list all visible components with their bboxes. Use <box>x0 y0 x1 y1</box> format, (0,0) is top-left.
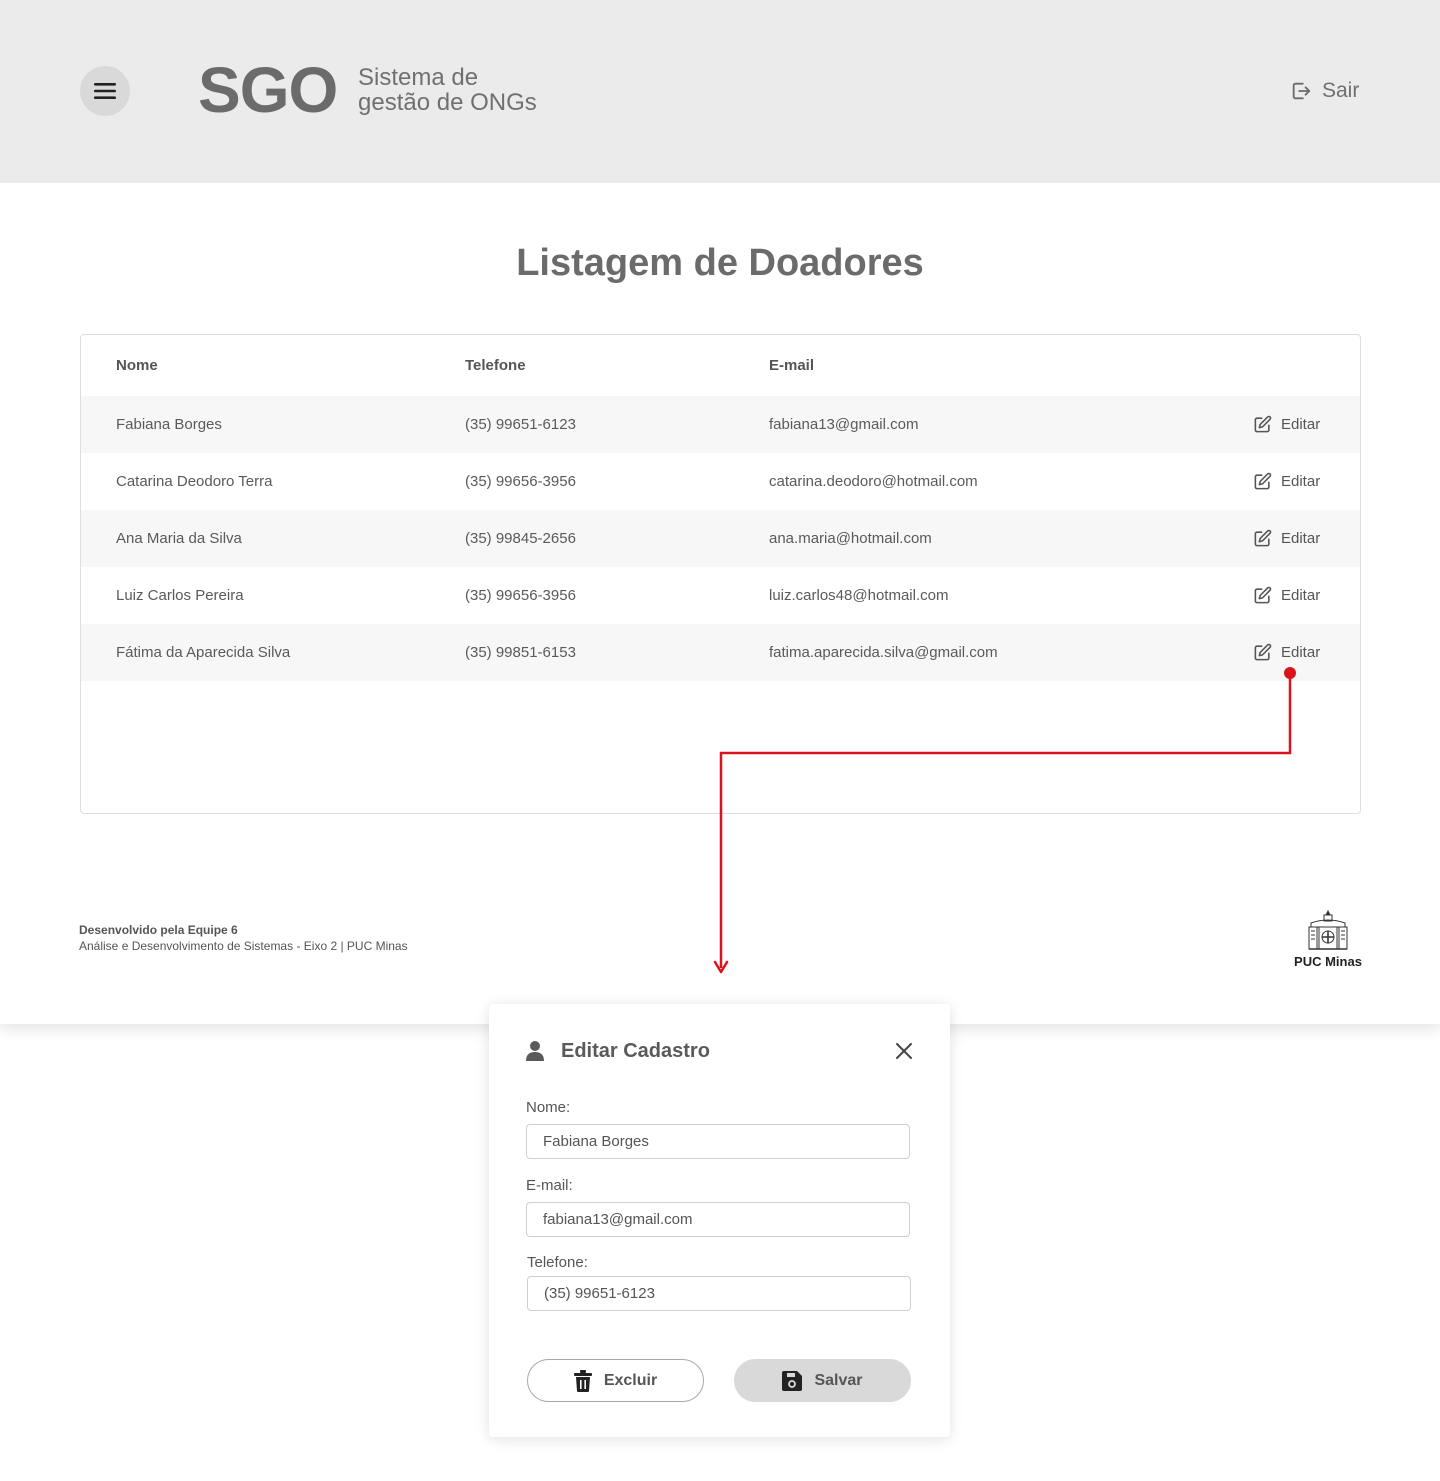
row-email: ana.maria@hotmail.com <box>769 530 932 547</box>
edit-button[interactable]: Editar <box>1253 453 1320 510</box>
modal-header: Editar Cadastro <box>525 1037 710 1065</box>
column-header-name: Nome <box>116 357 158 374</box>
row-name: Fátima da Aparecida Silva <box>116 644 291 661</box>
row-phone: (35) 99656-3956 <box>465 473 576 490</box>
table-row: Fátima da Aparecida Silva (35) 99851-615… <box>81 624 1360 681</box>
footer-credit: Desenvolvido pela Equipe 6 <box>79 923 238 937</box>
row-name: Ana Maria da Silva <box>116 530 242 547</box>
column-header-email: E-mail <box>769 357 815 374</box>
save-label: Salvar <box>814 1371 863 1389</box>
column-header-phone: Telefone <box>465 357 526 374</box>
row-email: luiz.carlos48@hotmail.com <box>769 587 949 604</box>
logout-label: Sair <box>1322 79 1360 102</box>
edit-label: Editar <box>1281 587 1321 604</box>
page-card: SGO Sistema de gestão de ONGs Sair Lista… <box>0 0 1440 1024</box>
phone-label: Telefone: <box>527 1254 588 1271</box>
edit-label: Editar <box>1281 644 1321 661</box>
name-field[interactable] <box>526 1124 910 1159</box>
logout-button[interactable]: Sair <box>1290 76 1359 106</box>
edit-modal: Editar Cadastro Nome: E-mail: Telefone: … <box>489 1004 950 1437</box>
edit-label: Editar <box>1281 416 1321 433</box>
footer-course: Análise e Desenvolvimento de Sistemas - … <box>79 939 408 953</box>
close-icon <box>896 1043 912 1059</box>
menu-button[interactable] <box>80 66 130 116</box>
edit-icon <box>1254 415 1272 433</box>
email-label: E-mail: <box>526 1177 573 1194</box>
trash-icon <box>573 1369 592 1392</box>
table-header: Nome Telefone E-mail <box>81 335 1360 396</box>
row-phone: (35) 99651-6123 <box>465 416 576 433</box>
row-email: catarina.deodoro@hotmail.com <box>769 473 978 490</box>
screen: SGO Sistema de gestão de ONGs Sair Lista… <box>0 0 1440 1481</box>
row-phone: (35) 99851-6153 <box>465 644 576 661</box>
edit-button[interactable]: Editar <box>1253 624 1320 681</box>
logout-icon <box>1292 82 1311 100</box>
edit-icon <box>1254 472 1272 490</box>
edit-icon <box>1254 643 1272 661</box>
row-name: Luiz Carlos Pereira <box>116 587 244 604</box>
puc-crest-icon <box>1308 909 1348 950</box>
save-button[interactable]: Salvar <box>734 1359 911 1402</box>
email-field[interactable] <box>526 1202 910 1237</box>
app-logo: SGO <box>198 54 338 126</box>
row-phone: (35) 99656-3956 <box>465 587 576 604</box>
edit-button[interactable]: Editar <box>1253 510 1320 567</box>
edit-icon <box>1254 586 1272 604</box>
table-row: Fabiana Borges (35) 99651-6123 fabiana13… <box>81 396 1360 453</box>
table-row: Luiz Carlos Pereira (35) 99656-3956 luiz… <box>81 567 1360 624</box>
menu-icon <box>94 83 116 99</box>
table-row: Ana Maria da Silva (35) 99845-2656 ana.m… <box>81 510 1360 567</box>
row-email: fabiana13@gmail.com <box>769 416 919 433</box>
edit-button[interactable]: Editar <box>1253 396 1320 453</box>
delete-label: Excluir <box>603 1371 658 1389</box>
table-row: Catarina Deodoro Terra (35) 99656-3956 c… <box>81 453 1360 510</box>
row-phone: (35) 99845-2656 <box>465 530 576 547</box>
edit-button[interactable]: Editar <box>1253 567 1320 624</box>
edit-label: Editar <box>1281 473 1321 490</box>
puc-minas-label: PUC Minas <box>1294 954 1362 969</box>
row-email: fatima.aparecida.silva@gmail.com <box>769 644 998 661</box>
donors-table: Nome Telefone E-mail Fabiana Borges (35)… <box>80 334 1361 814</box>
app-subtitle-line1: Sistema de <box>358 64 479 91</box>
row-name: Fabiana Borges <box>116 416 222 433</box>
save-icon <box>782 1370 803 1391</box>
edit-label: Editar <box>1281 530 1321 547</box>
user-icon <box>526 1041 544 1061</box>
edit-icon <box>1254 529 1272 547</box>
delete-button[interactable]: Excluir <box>527 1359 704 1402</box>
close-button[interactable] <box>893 1040 915 1062</box>
top-header: SGO Sistema de gestão de ONGs Sair <box>0 0 1440 183</box>
modal-title: Editar Cadastro <box>561 1039 710 1062</box>
row-name: Catarina Deodoro Terra <box>116 473 273 490</box>
page-title: Listagem de Doadores <box>516 242 924 284</box>
phone-field[interactable] <box>527 1276 911 1311</box>
name-label: Nome: <box>526 1099 571 1116</box>
app-subtitle-line2: gestão de ONGs <box>358 89 537 116</box>
app-subtitle: Sistema de gestão de ONGs <box>358 65 598 115</box>
puc-minas-logo: PUC Minas <box>1294 909 1362 971</box>
